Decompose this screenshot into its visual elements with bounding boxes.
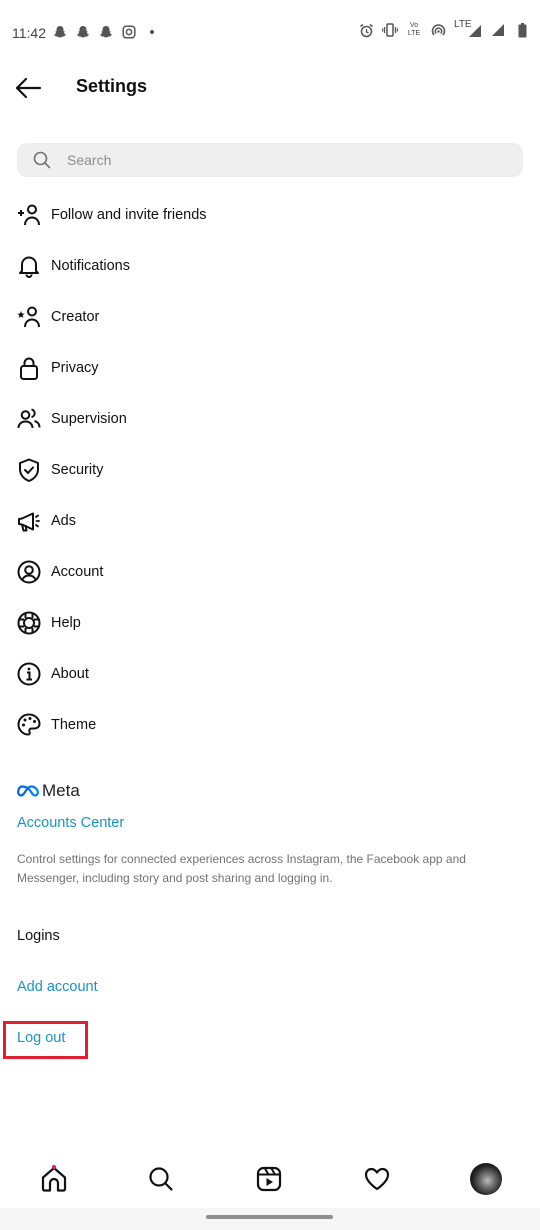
logout-link[interactable]: Log out: [17, 1030, 65, 1046]
star-person-icon: [17, 305, 41, 329]
system-gesture-area: [0, 1208, 540, 1230]
add-account-link[interactable]: Add account: [17, 979, 98, 995]
volte-icon: Vo LTE: [407, 22, 421, 37]
menu-item-label: Notifications: [51, 257, 130, 274]
menu-item-supervision[interactable]: Supervision: [0, 393, 540, 444]
vibrate-icon: [382, 22, 398, 38]
page-title: Settings: [76, 76, 148, 96]
arrow-left-icon: [15, 77, 42, 99]
instagram-icon: [121, 24, 137, 40]
menu-item-label: Creator: [51, 308, 100, 325]
menu-item-theme[interactable]: Theme: [0, 699, 540, 750]
menu-item-label: Follow and invite friends: [51, 206, 207, 223]
menu-item-label: About: [51, 665, 89, 682]
hotspot-icon: [430, 22, 446, 38]
back-button[interactable]: [14, 76, 44, 100]
home-gesture-bar[interactable]: [206, 1215, 333, 1219]
search-input[interactable]: [67, 143, 507, 177]
shield-check-icon: [17, 458, 41, 482]
people-icon: [17, 407, 41, 431]
menu-item-privacy[interactable]: Privacy: [0, 342, 540, 393]
meta-logo: Meta: [17, 781, 80, 801]
battery-icon: [514, 22, 530, 38]
palette-icon: [17, 713, 41, 737]
menu-item-label: Ads: [51, 512, 76, 529]
menu-item-security[interactable]: Security: [0, 444, 540, 495]
menu-item-follow-invite-friends[interactable]: Follow and invite friends: [0, 189, 540, 240]
menu-item-label: Privacy: [51, 359, 99, 376]
info-icon: [17, 662, 41, 686]
home-icon: [41, 1166, 67, 1192]
heart-icon: [364, 1167, 390, 1191]
menu-item-ads[interactable]: Ads: [0, 495, 540, 546]
snapchat-icon: [75, 24, 91, 40]
meta-infinity-icon: [17, 785, 39, 797]
system-status-icons: Vo LTE LTE: [358, 20, 530, 38]
nav-activity[interactable]: [361, 1163, 393, 1195]
nav-search[interactable]: [145, 1163, 177, 1195]
bottom-nav: [0, 1150, 540, 1208]
signal-icon: [490, 22, 506, 38]
profile-avatar: [470, 1163, 502, 1195]
search-icon: [149, 1167, 173, 1191]
reels-icon: [256, 1166, 282, 1192]
user-circle-icon: [17, 560, 41, 584]
menu-item-account[interactable]: Account: [0, 546, 540, 597]
nav-reels[interactable]: [253, 1163, 285, 1195]
add-person-icon: [17, 203, 41, 227]
header: Settings: [0, 66, 540, 110]
dot-icon: [144, 24, 160, 40]
settings-menu: Follow and invite friends Notifications …: [0, 189, 540, 750]
search-icon: [33, 151, 51, 174]
menu-item-label: Help: [51, 614, 81, 631]
megaphone-icon: [17, 509, 41, 533]
lifebuoy-icon: [17, 611, 41, 635]
status-bar: 11:42 Vo LTE LTE: [0, 0, 540, 66]
nav-profile[interactable]: [470, 1163, 502, 1195]
menu-item-help[interactable]: Help: [0, 597, 540, 648]
menu-item-notifications[interactable]: Notifications: [0, 240, 540, 291]
meta-text: Meta: [42, 781, 80, 800]
lte-signal-icon: LTE: [454, 20, 482, 38]
accounts-center-description: Control settings for connected experienc…: [17, 852, 466, 885]
snapchat-icon: [98, 24, 114, 40]
alarm-icon: [358, 22, 374, 38]
status-time: 11:42: [12, 25, 46, 41]
menu-item-label: Supervision: [51, 410, 127, 427]
menu-item-about[interactable]: About: [0, 648, 540, 699]
accounts-center-link[interactable]: Accounts Center: [17, 815, 124, 831]
logins-heading: Logins: [17, 928, 60, 944]
menu-item-label: Security: [51, 461, 104, 478]
menu-item-label: Theme: [51, 716, 97, 733]
lock-icon: [17, 356, 41, 380]
notification-icons: [52, 24, 160, 40]
menu-item-creator[interactable]: Creator: [0, 291, 540, 342]
snapchat-icon: [52, 24, 68, 40]
search-bar[interactable]: [17, 143, 523, 177]
bell-icon: [17, 254, 41, 278]
home-notification-dot: [52, 1165, 56, 1169]
menu-item-label: Account: [51, 563, 104, 580]
